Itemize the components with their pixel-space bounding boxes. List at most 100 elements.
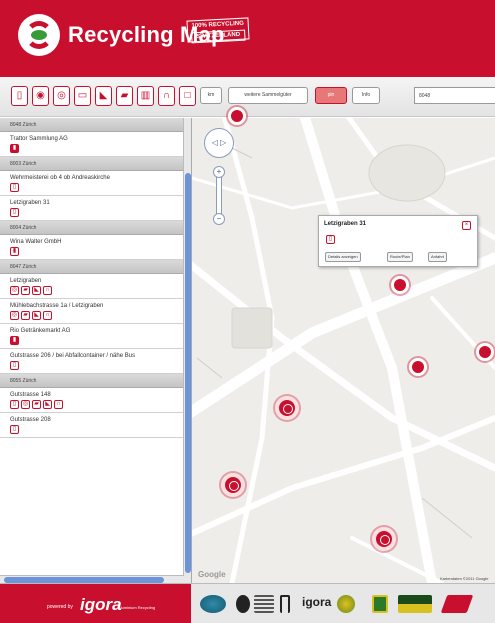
item-name: Letzigraben	[10, 278, 42, 284]
footer: powered by igora Aluminium Recycling igo…	[0, 583, 495, 623]
bottle-icon: ◎	[21, 400, 30, 409]
doc-icon[interactable]: ▯	[11, 86, 28, 106]
map-streets	[192, 118, 495, 583]
info-button[interactable]: Info	[352, 87, 380, 104]
battery-icon: ▮	[10, 247, 19, 256]
list-item[interactable]: Letzigraben ◎ ▰ ◣ ∩	[0, 274, 183, 299]
bottle-icon[interactable]: ◎	[53, 86, 70, 106]
group-header: 8055 Zürich	[0, 374, 183, 388]
shoe-icon[interactable]: ◣	[95, 86, 112, 106]
magnet-icon: ∩	[54, 400, 63, 409]
sponsor-logo-2[interactable]	[236, 595, 250, 613]
list-item[interactable]: Letzigraben 31 ▯	[0, 196, 183, 221]
bottle-icon: ◎	[10, 311, 19, 320]
swiss-recycling-badge: 100% RECYCLING SWITZERLAND	[186, 17, 250, 44]
doc-icon: ▯	[10, 425, 19, 434]
list-item[interactable]: Gutstrasse 208 ▯	[0, 413, 183, 438]
item-name: Wehrmeisterei ob 4 ob Andreaskirche	[10, 175, 110, 181]
sidebar-scrollbar[interactable]	[184, 118, 192, 583]
pin-toggle-button[interactable]: pin	[315, 87, 347, 104]
app: Recycling Map 100% RECYCLING SWITZERLAND…	[0, 0, 495, 623]
powered-by-label: powered by	[47, 604, 73, 610]
list-item[interactable]: Mühlebachstrasse 1a / Letzigraben ◎ ▰ ◣ ∩	[0, 299, 183, 324]
map-marker-cluster[interactable]	[221, 473, 245, 497]
car-icon[interactable]: ▰	[116, 86, 133, 106]
horizontal-scrollbar[interactable]	[0, 575, 184, 583]
bin-icon[interactable]: ▥	[137, 86, 154, 106]
map-marker-cluster[interactable]	[372, 527, 396, 551]
can-icon: ▰	[21, 311, 30, 320]
bottle-icon: ◣	[32, 311, 41, 320]
location-popup: Letzigraben 31 × ▯ Details anzeigen Rout…	[318, 215, 478, 267]
group-header: 8003 Zürich	[0, 157, 183, 171]
header: Recycling Map 100% RECYCLING SWITZERLAND	[0, 0, 495, 77]
sponsor-logo-6[interactable]	[372, 595, 388, 613]
map-marker[interactable]	[228, 107, 246, 125]
map-marker[interactable]	[409, 358, 427, 376]
magnet-icon: ∩	[43, 311, 52, 320]
list-item[interactable]: Trattor Sammlung AG ▮	[0, 132, 183, 157]
directions-button[interactable]: Anfahrt	[428, 252, 447, 262]
monitor-icon[interactable]: ▭	[74, 86, 91, 106]
toolbar: ▯ ◉ ◎ ▭ ◣ ▰ ▥ ∩ □ km weitere Sammelgüter…	[0, 77, 495, 117]
weitere-sammelgueter-button[interactable]: weitere Sammelgüter	[228, 87, 308, 104]
group-header: 8047 Zürich	[0, 260, 183, 274]
list-item[interactable]: Wina Walter GmbH ▮	[0, 235, 183, 260]
pan-control[interactable]: ◁ ▷	[204, 128, 234, 158]
recycling-logo-icon[interactable]	[18, 14, 60, 56]
item-name: Letzigraben 31	[10, 200, 50, 206]
scrollbar-thumb[interactable]	[185, 173, 191, 573]
sponsor-igora-text[interactable]: igora	[302, 595, 331, 609]
doc-icon: ▯	[10, 400, 19, 409]
list-item[interactable]: Rio Getränkemarkt AG ▮	[0, 324, 183, 349]
sponsor-logo-1[interactable]	[200, 595, 226, 613]
item-name: Trattor Sammlung AG	[10, 136, 68, 142]
map-marker-cluster[interactable]	[275, 396, 299, 420]
sponsor-logo-5[interactable]	[337, 595, 355, 613]
can-icon: ▰	[32, 400, 41, 409]
search-input[interactable]	[414, 87, 495, 104]
item-name: Mühlebachstrasse 1a / Letzigraben	[10, 303, 104, 309]
magnet-icon[interactable]: ∩	[158, 86, 175, 106]
list-item[interactable]: Gutstrasse 148 ▯ ◎ ▰ ◣ ∩	[0, 388, 183, 413]
map-marker[interactable]	[476, 343, 494, 361]
doc-icon: ▯	[326, 235, 335, 244]
map-canvas[interactable]	[192, 118, 495, 583]
route-button[interactable]: Route/Plan	[387, 252, 413, 262]
sponsor-logo-4[interactable]	[280, 595, 290, 613]
item-name: Gutstrasse 148	[10, 392, 51, 398]
collection-point-icon: ▮	[10, 144, 19, 153]
item-name: Wina Walter GmbH	[10, 239, 62, 245]
bottle-icon: ◣	[32, 286, 41, 295]
group-header: 8048 Zürich	[0, 118, 183, 132]
doc-icon: ▯	[10, 361, 19, 370]
light-icon[interactable]: □	[179, 86, 196, 106]
list-item[interactable]: Wehrmeisterei ob 4 ob Andreaskirche ▯	[0, 171, 183, 196]
map-attribution[interactable]: Kartendaten ©2011 Google	[440, 576, 488, 581]
powered-by-panel: powered by igora Aluminium Recycling	[0, 584, 191, 623]
zoom-in-button[interactable]: +	[213, 166, 225, 178]
group-header: 8004 Zürich	[0, 221, 183, 235]
google-logo: Google	[198, 570, 226, 579]
close-icon[interactable]: ×	[462, 221, 471, 230]
magnet-icon: ∩	[43, 286, 52, 295]
can-icon: ▰	[21, 286, 30, 295]
list-item[interactable]: Gutstrasse 206 / bei Abfallcontainer / n…	[0, 349, 183, 374]
zoom-out-button[interactable]: −	[213, 213, 225, 225]
igora-subtitle: Aluminium Recycling	[118, 605, 156, 610]
collection-point-icon: ▮	[10, 336, 19, 345]
doc-icon: ▯	[10, 183, 19, 192]
details-button[interactable]: Details anzeigen	[325, 252, 361, 262]
map-marker[interactable]	[391, 276, 409, 294]
battery-icon[interactable]: ◉	[32, 86, 49, 106]
sponsor-logo-3[interactable]	[254, 595, 274, 613]
item-name: Gutstrasse 208	[10, 417, 51, 423]
popup-title: Letzigraben 31	[324, 221, 367, 227]
sponsor-logo-7[interactable]	[398, 595, 432, 613]
sponsor-logo-8[interactable]	[440, 595, 474, 613]
location-list: 8048 Zürich Trattor Sammlung AG ▮ 8003 Z…	[0, 118, 184, 583]
badge-line-2: SWITZERLAND	[191, 29, 246, 44]
item-name: Gutstrasse 206 / bei Abfallcontainer / n…	[10, 353, 136, 359]
igora-logo[interactable]: igora	[80, 595, 122, 615]
km-button[interactable]: km	[200, 87, 222, 104]
